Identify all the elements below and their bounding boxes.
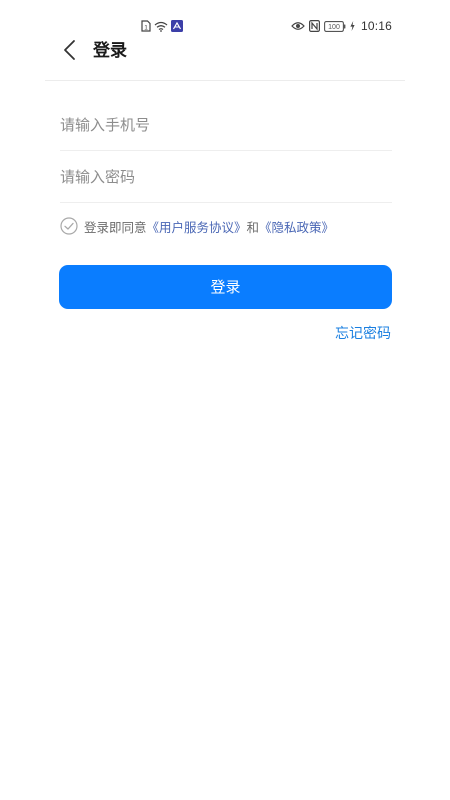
login-button[interactable]: 登录: [59, 265, 392, 309]
agreement-conjunction: 和: [246, 219, 260, 235]
password-field-row: [60, 153, 392, 203]
agreement-row: 登录即同意 《用户服务协议》 和 《隐私政策》: [60, 215, 334, 237]
agreement-checkbox[interactable]: [60, 217, 78, 235]
agreement-prefix: 登录即同意: [84, 219, 147, 235]
header: 登录: [45, 30, 405, 81]
back-button[interactable]: [61, 39, 81, 61]
check-circle-icon: [60, 217, 78, 235]
terms-link[interactable]: 《用户服务协议》: [147, 217, 247, 236]
password-input[interactable]: [60, 165, 380, 189]
phone-field-row: [60, 101, 392, 151]
privacy-link[interactable]: 《隐私政策》: [259, 217, 334, 236]
page-title: 登录: [93, 41, 127, 61]
phone-input[interactable]: [60, 113, 380, 137]
chevron-left-icon: [61, 39, 81, 61]
login-form: [60, 101, 392, 203]
forgot-password-link[interactable]: 忘记密码: [335, 325, 391, 343]
